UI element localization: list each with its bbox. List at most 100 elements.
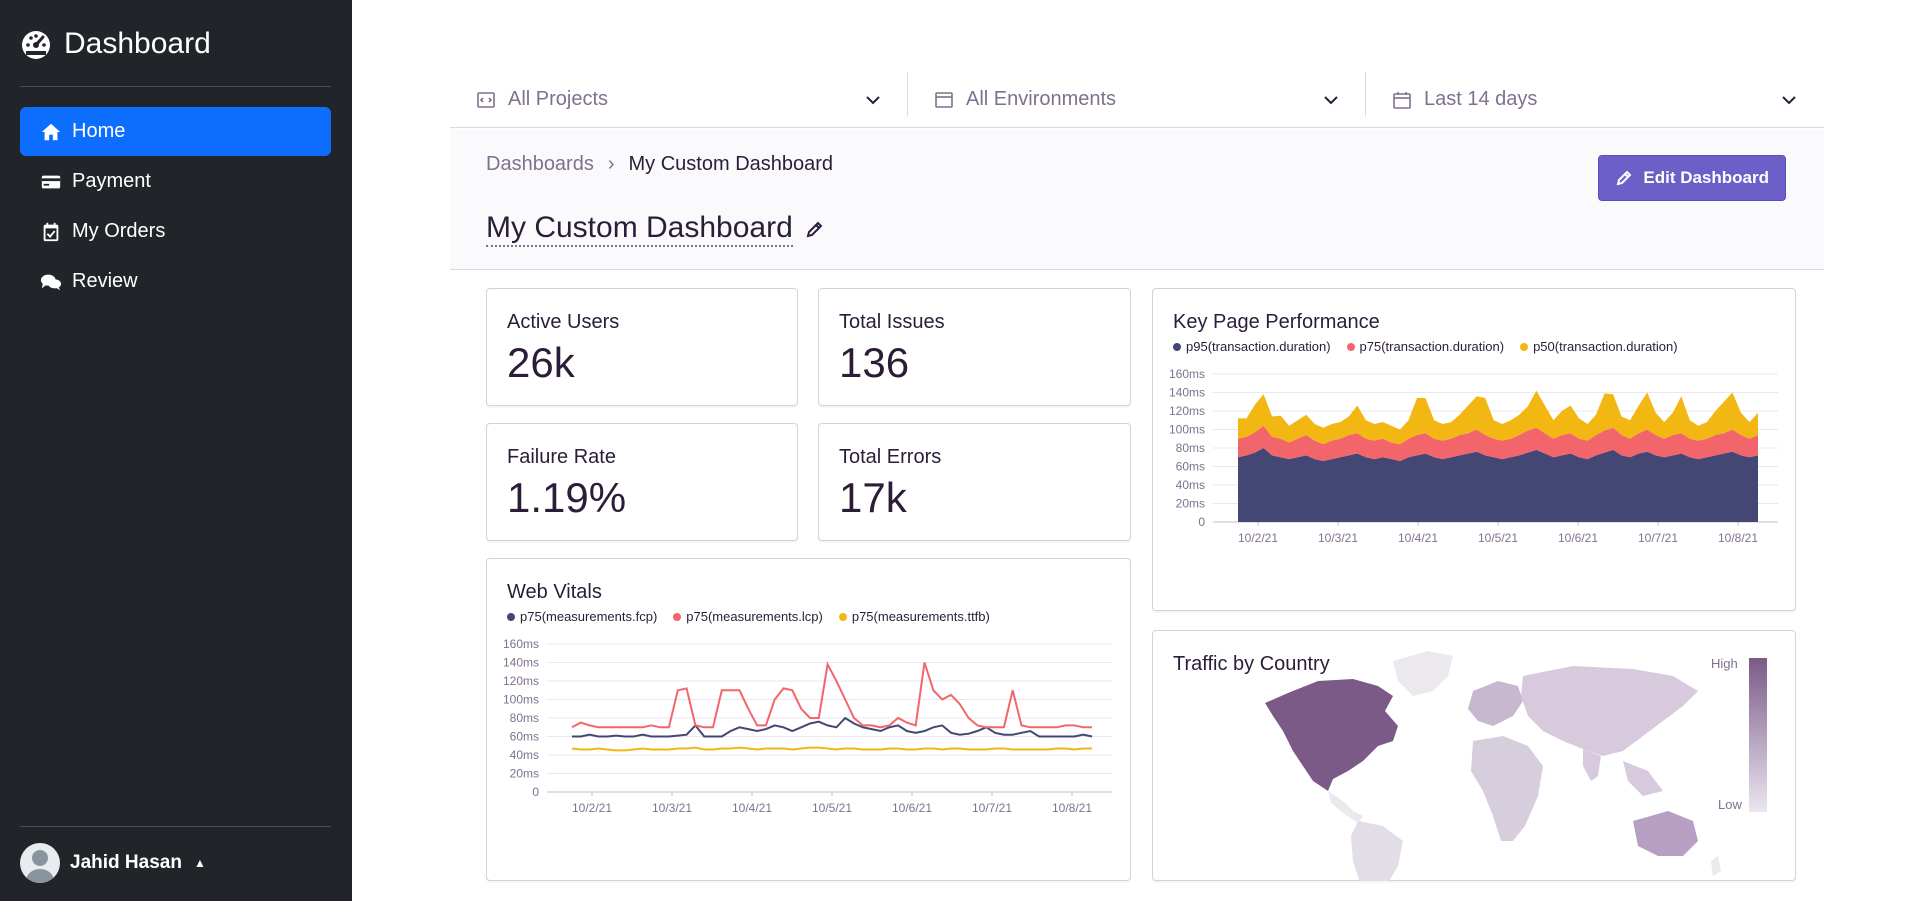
new-zealand-region — [1711, 856, 1721, 876]
legend-item[interactable]: p75(transaction.duration) — [1346, 339, 1504, 354]
date-range-filter[interactable]: Last 14 days — [1366, 72, 1824, 127]
stat-value: 136 — [839, 339, 910, 386]
sidebar-item-my-orders[interactable]: My Orders — [20, 207, 331, 256]
map-legend-scale — [1749, 658, 1767, 812]
web-vitals-card[interactable]: Web Vitals p75(measurements.fcp) p75(mea… — [486, 558, 1131, 881]
y-tick-label: 60ms — [510, 730, 539, 744]
southeast-asia-region — [1623, 761, 1663, 796]
y-tick-label: 160ms — [1169, 367, 1205, 381]
map-legend-low: Low — [1718, 797, 1742, 812]
caret-up-icon: ▲ — [193, 856, 206, 870]
legend-item[interactable]: p75(measurements.ttfb) — [838, 609, 990, 624]
chevron-down-icon — [1324, 95, 1338, 104]
south-america-region — [1351, 821, 1403, 881]
y-tick-label: 120ms — [503, 674, 539, 688]
x-tick-label: 10/6/21 — [1558, 531, 1598, 545]
stat-label: Total Errors — [839, 446, 942, 468]
europe-region — [1468, 681, 1523, 726]
x-tick-label: 10/7/21 — [1638, 531, 1678, 545]
x-tick-label: 10/5/21 — [812, 801, 852, 815]
sidebar-item-label: Review — [72, 270, 138, 292]
legend-item[interactable]: p75(measurements.lcp) — [673, 609, 823, 624]
series-line[interactable] — [572, 716, 1093, 738]
sidebar-item-label: My Orders — [72, 220, 166, 242]
edit-dashboard-button[interactable]: Edit Dashboard — [1598, 155, 1786, 201]
pencil-icon — [1617, 170, 1632, 186]
brand[interactable]: Dashboard — [20, 22, 211, 66]
speedometer-icon — [22, 31, 50, 59]
environment-icon — [935, 91, 953, 108]
dashboard-header: Dashboards › My Custom Dashboard Edit Da… — [450, 129, 1824, 270]
australia-region — [1633, 811, 1698, 856]
y-tick-label: 100ms — [1169, 423, 1205, 437]
breadcrumb-separator-icon: › — [607, 153, 615, 175]
y-tick-label: 140ms — [1169, 386, 1205, 400]
stat-card-failure-rate[interactable]: Failure Rate 1.19% — [486, 423, 798, 541]
environment-filter-label: All Environments — [966, 88, 1117, 110]
greenland-region — [1393, 651, 1453, 696]
x-tick-label: 10/2/21 — [572, 801, 612, 815]
y-tick-label: 20ms — [1176, 497, 1205, 511]
y-tick-label: 120ms — [1169, 404, 1205, 418]
sidebar-item-review[interactable]: Review — [20, 257, 331, 306]
central-america-region — [1328, 791, 1363, 823]
comments-icon — [40, 274, 62, 290]
stat-label: Total Issues — [839, 311, 945, 333]
sidebar-item-home[interactable]: Home — [20, 107, 331, 156]
home-icon — [41, 123, 61, 140]
stat-card-total-issues[interactable]: Total Issues 136 — [818, 288, 1131, 406]
y-tick-label: 80ms — [1176, 441, 1205, 455]
stat-card-total-errors[interactable]: Total Errors 17k — [818, 423, 1131, 541]
environment-filter[interactable]: All Environments — [908, 72, 1366, 127]
stat-label: Active Users — [507, 311, 620, 333]
legend-item[interactable]: p95(transaction.duration) — [1173, 339, 1331, 354]
x-tick-label: 10/3/21 — [652, 801, 692, 815]
stat-card-active-users[interactable]: Active Users 26k — [486, 288, 798, 406]
y-tick-label: 80ms — [510, 711, 539, 725]
breadcrumb-current: My Custom Dashboard — [628, 153, 834, 175]
y-tick-label: 60ms — [1176, 460, 1205, 474]
legend-item[interactable]: p50(transaction.duration) — [1520, 339, 1678, 354]
y-tick-label: 0 — [532, 785, 539, 799]
brand-title: Dashboard — [64, 27, 211, 60]
chart-title: Web Vitals — [507, 581, 602, 603]
user-name: Jahid Hasan — [70, 852, 182, 873]
filter-bar: All Projects All Environments Last 14 da… — [450, 72, 1824, 128]
map-legend-high: High — [1711, 656, 1738, 671]
x-tick-label: 10/4/21 — [732, 801, 772, 815]
y-tick-label: 100ms — [503, 693, 539, 707]
sidebar-divider — [20, 826, 331, 827]
dashboard-title[interactable]: My Custom Dashboard — [486, 211, 793, 247]
avatar — [20, 843, 60, 883]
sidebar-item-payment[interactable]: Payment — [20, 157, 331, 206]
stat-label: Failure Rate — [507, 446, 616, 468]
project-filter[interactable]: All Projects — [450, 72, 908, 127]
chart-legend: p75(measurements.fcp) p75(measurements.l… — [507, 609, 990, 624]
world-map[interactable]: High Low — [1153, 631, 1793, 881]
traffic-by-country-card[interactable]: Traffic by Country High Low — [1152, 630, 1796, 881]
x-tick-label: 10/8/21 — [1052, 801, 1092, 815]
pencil-icon[interactable] — [805, 219, 825, 239]
series-line[interactable] — [571, 746, 1092, 752]
calendar-check-icon — [43, 222, 59, 241]
chart-title: Key Page Performance — [1173, 311, 1380, 333]
breadcrumb-dashboards[interactable]: Dashboards — [486, 153, 594, 176]
x-tick-label: 10/7/21 — [972, 801, 1012, 815]
y-tick-label: 160ms — [503, 637, 539, 651]
user-menu[interactable]: Jahid Hasan ▲ — [20, 843, 206, 883]
legend-item[interactable]: p75(measurements.fcp) — [507, 609, 657, 624]
sidebar-item-label: Home — [72, 120, 126, 142]
stat-value: 17k — [839, 474, 907, 521]
main-content: All Projects All Environments Last 14 da… — [352, 0, 1920, 901]
project-icon — [477, 91, 495, 108]
project-filter-label: All Projects — [508, 88, 609, 110]
stat-value: 26k — [507, 339, 575, 386]
chevron-down-icon — [866, 95, 880, 104]
sidebar-divider — [20, 86, 331, 87]
africa-region — [1471, 736, 1543, 841]
y-tick-label: 0 — [1198, 515, 1205, 529]
web-vitals-chart: 0 20ms 40ms 60ms 80ms 100ms 120ms 140ms 160ms 10/… — [503, 637, 1112, 815]
sidebar-item-label: Payment — [72, 170, 151, 192]
x-tick-label: 10/8/21 — [1718, 531, 1758, 545]
key-page-performance-card[interactable]: Key Page Performance p95(transaction.dur… — [1152, 288, 1796, 611]
